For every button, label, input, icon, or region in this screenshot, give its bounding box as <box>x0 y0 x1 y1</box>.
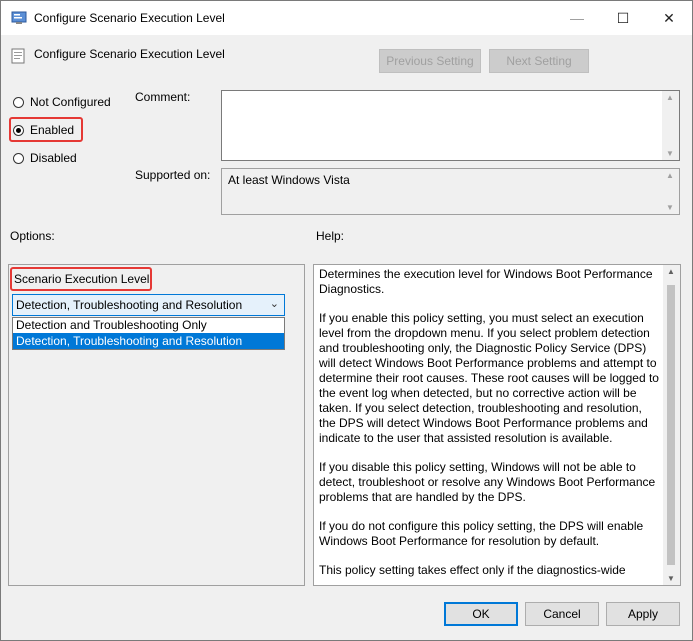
radio-label-disabled: Disabled <box>30 151 77 165</box>
dropdown-list: Detection and Troubleshooting Only Detec… <box>12 317 285 350</box>
enabled-highlight-box <box>9 117 83 142</box>
chevron-down-icon[interactable]: ⌄ <box>270 297 279 310</box>
minimize-button[interactable]: — <box>554 1 600 35</box>
supported-value: At least Windows Vista <box>228 173 350 187</box>
help-label: Help: <box>316 229 345 243</box>
options-panel: Scenario Execution Level Detection, Trou… <box>8 264 305 586</box>
supported-scrollbar[interactable]: ▲ ▼ <box>662 169 679 214</box>
radio-disabled[interactable]: Disabled <box>13 151 77 165</box>
scenario-level-dropdown[interactable]: Detection, Troubleshooting and Resolutio… <box>12 294 285 316</box>
ok-button[interactable]: OK <box>444 602 518 626</box>
help-paragraph: If you do not configure this policy sett… <box>319 519 644 548</box>
previous-setting-button[interactable]: Previous Setting <box>379 49 481 73</box>
dropdown-item[interactable]: Detection and Troubleshooting Only <box>13 318 284 333</box>
dropdown-value: Detection, Troubleshooting and Resolutio… <box>16 298 243 312</box>
scenario-level-highlight-box <box>10 267 152 291</box>
policy-app-icon <box>11 11 27 25</box>
cancel-button[interactable]: Cancel <box>525 602 599 626</box>
radio-circle-not-configured[interactable] <box>13 96 24 108</box>
radio-label-not-configured: Not Configured <box>30 95 111 109</box>
close-button[interactable]: ✕ <box>646 1 692 35</box>
radio-not-configured[interactable]: Not Configured <box>13 95 111 109</box>
policy-icon <box>10 48 26 64</box>
scroll-down-icon[interactable]: ▼ <box>666 203 674 212</box>
help-paragraph: Determines the execution level for Windo… <box>319 267 653 296</box>
scroll-down-icon[interactable]: ▼ <box>667 574 675 583</box>
help-paragraph: If you disable this policy setting, Wind… <box>319 460 656 504</box>
help-text: Determines the execution level for Windo… <box>319 267 659 585</box>
help-paragraph: If you enable this policy setting, you m… <box>319 311 659 445</box>
policy-name: Configure Scenario Execution Level <box>34 47 225 61</box>
comment-label: Comment: <box>135 90 191 104</box>
options-label: Options: <box>10 229 55 243</box>
supported-label: Supported on: <box>135 168 211 182</box>
scroll-up-icon[interactable]: ▲ <box>667 267 675 276</box>
help-scrollbar[interactable]: ▲ ▼ <box>663 265 680 585</box>
scroll-up-icon[interactable]: ▲ <box>666 93 674 102</box>
scroll-thumb[interactable] <box>667 285 675 565</box>
dialog-window: Configure Scenario Execution Level — ☐ ✕… <box>0 0 693 641</box>
next-setting-button[interactable]: Next Setting <box>489 49 589 73</box>
scroll-up-icon[interactable]: ▲ <box>666 171 674 180</box>
maximize-button[interactable]: ☐ <box>600 1 646 35</box>
scroll-down-icon[interactable]: ▼ <box>666 149 674 158</box>
apply-button[interactable]: Apply <box>606 602 680 626</box>
radio-circle-disabled[interactable] <box>13 152 24 164</box>
comment-scrollbar[interactable]: ▲ ▼ <box>662 91 679 160</box>
dropdown-item-selected[interactable]: Detection, Troubleshooting and Resolutio… <box>13 333 284 349</box>
help-paragraph: This policy setting takes effect only if… <box>319 563 626 577</box>
window-title: Configure Scenario Execution Level <box>34 11 225 25</box>
supported-field: At least Windows Vista ▲ ▼ <box>221 168 680 215</box>
comment-field[interactable]: ▲ ▼ <box>221 90 680 161</box>
help-panel: Determines the execution level for Windo… <box>313 264 681 586</box>
title-bar: Configure Scenario Execution Level — ☐ ✕ <box>1 1 692 35</box>
